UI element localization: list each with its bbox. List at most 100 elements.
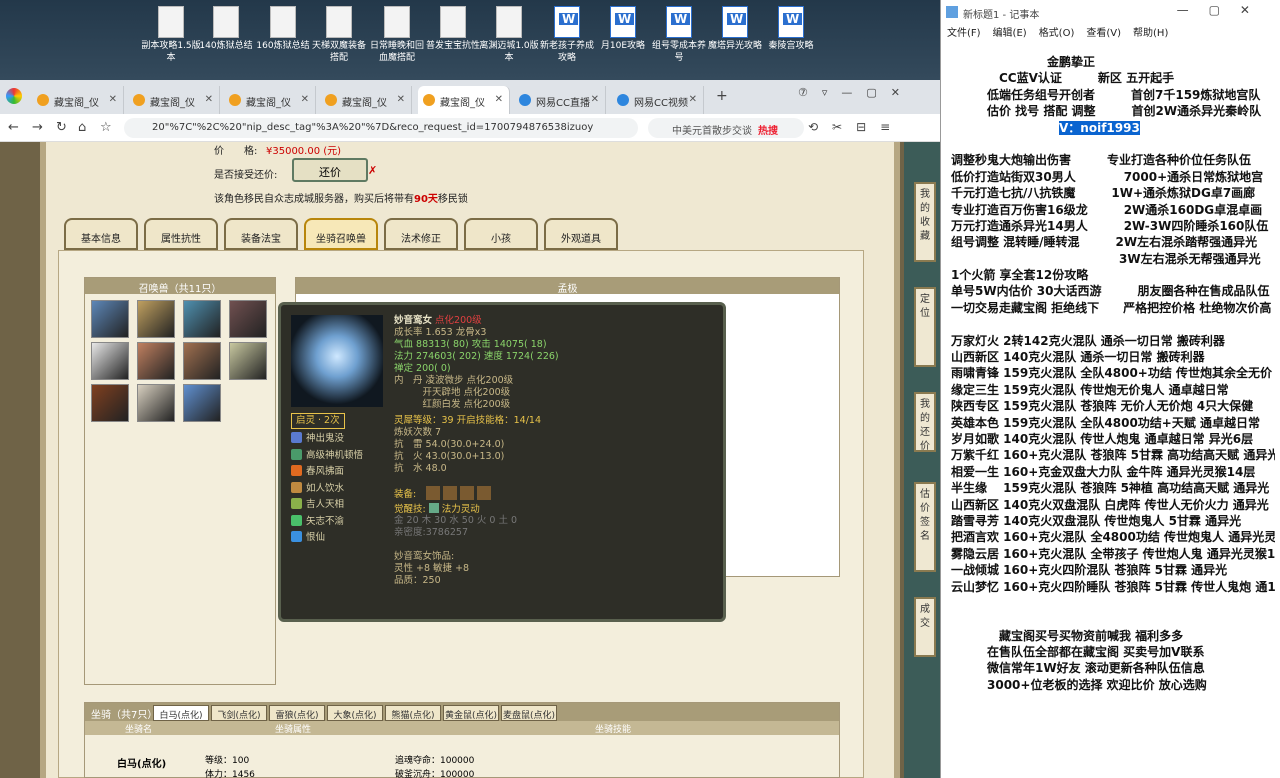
desktop-icon-8[interactable]: 新老孩子养成攻略 bbox=[536, 6, 598, 64]
pet-slot-11[interactable] bbox=[183, 384, 221, 422]
reload-icon[interactable]: ↻ bbox=[56, 120, 67, 135]
notepad-line: 相爱一生 160+克金双盘大力队 金牛阵 通异光灵猴14层 bbox=[951, 464, 1256, 479]
desktop-icon-2[interactable]: 140炼狱总结 bbox=[195, 6, 257, 52]
desktop-icon-11[interactable]: 魔塔异光攻略 bbox=[704, 6, 766, 52]
side-button-2[interactable]: 定位 bbox=[914, 287, 936, 367]
star-icon[interactable]: ☆ bbox=[100, 120, 112, 135]
desktop-icon-10[interactable]: 组号零成本养号 bbox=[648, 6, 710, 64]
pet-spirit: 灵犀等级：39 开启技能格：14/14 bbox=[394, 415, 541, 426]
new-tab-button[interactable]: + bbox=[716, 88, 728, 104]
desktop-icon-6[interactable]: 普发宝宝抗性 bbox=[422, 6, 484, 52]
pet-inner-2: 开天辟地 点化200级 bbox=[394, 387, 511, 398]
browser-tab-5[interactable]: 藏宝阁_仪 ✕ bbox=[418, 86, 510, 114]
game-tab-6[interactable]: 小孩 bbox=[464, 218, 538, 250]
pet-slot-10[interactable] bbox=[137, 384, 175, 422]
tab-close-icon[interactable]: ✕ bbox=[495, 94, 503, 105]
bargain-button[interactable]: 还价 bbox=[292, 158, 368, 182]
back-icon[interactable]: ← bbox=[8, 120, 19, 135]
game-tab-3[interactable]: 装备法宝 bbox=[224, 218, 298, 250]
game-tab-7[interactable]: 外观道具 bbox=[544, 218, 618, 250]
mount-skill-1: 追魂夺命：100000 bbox=[395, 756, 475, 766]
pet-list-header: 召唤兽（共11只） bbox=[85, 278, 275, 295]
browser-tab-2[interactable]: 藏宝阁_仪 ✕ bbox=[128, 86, 220, 114]
tab-favicon-icon bbox=[133, 94, 145, 106]
desktop-icon-3[interactable]: 160炼狱总结 bbox=[252, 6, 314, 52]
browser-tab-1[interactable]: 藏宝阁_仪 ✕ bbox=[32, 86, 124, 114]
pet-slot-4[interactable] bbox=[229, 300, 267, 338]
tab-label: 藏宝阁_仪 bbox=[342, 98, 387, 109]
side-button-1[interactable]: 我的收藏 bbox=[914, 182, 936, 262]
browser-tab-7[interactable]: 网易CC视频 ✕ bbox=[612, 86, 704, 114]
desktop-icon-12[interactable]: 秦陵宫攻略 bbox=[760, 6, 822, 52]
browser-tab-3[interactable]: 藏宝阁_仪 ✕ bbox=[224, 86, 316, 114]
notepad-line: 调整秒鬼大炮输出伤害 专业打造各种价位任务队伍 bbox=[951, 153, 1252, 168]
notepad-line: 山西新区 140克火双盘混队 白虎阵 传世人无价火力 通异光 bbox=[951, 497, 1269, 512]
word-file-icon bbox=[778, 6, 804, 38]
pet-name-tag: 点化200级 bbox=[435, 315, 482, 326]
mount-tab-6[interactable]: 黄金鼠(点化) bbox=[443, 705, 499, 721]
game-tab-4[interactable]: 坐骑召唤兽 bbox=[304, 218, 378, 250]
pet-slot-6[interactable] bbox=[137, 342, 175, 380]
document-file-icon bbox=[440, 6, 466, 38]
deco-stats: 灵性 +8 敏捷 +8 bbox=[394, 563, 470, 574]
home-icon[interactable]: ⌂ bbox=[78, 120, 86, 135]
pet-slot-1[interactable] bbox=[91, 300, 129, 338]
notepad-menu-4[interactable]: 查看(V) bbox=[1086, 28, 1121, 39]
notepad-menu-5[interactable]: 帮助(H) bbox=[1133, 28, 1168, 39]
pet-skill-3: 春风拂面 bbox=[291, 465, 344, 479]
mount-tab-4[interactable]: 大象(点化) bbox=[327, 705, 383, 721]
mount-tab-2[interactable]: 飞剑(点化) bbox=[211, 705, 267, 721]
window-controls-icons[interactable]: —▢✕ bbox=[1177, 3, 1270, 17]
pet-slot-3[interactable] bbox=[183, 300, 221, 338]
toolbar-icons[interactable]: ⟲✂⊟≡ bbox=[808, 120, 904, 134]
skill-label: 神出鬼没 bbox=[306, 433, 345, 444]
mount-skill-2: 破釜沉舟：100000 bbox=[395, 770, 475, 778]
qiling-badge: 启灵 · 2次 bbox=[291, 413, 345, 429]
window-controls[interactable]: ⑦▿—▢✕ bbox=[798, 86, 914, 99]
notepad-text[interactable]: 金鹏挚正 CC蓝V认证 新区 五开起手 低端任务组号开创者 首创7千159炼狱地… bbox=[951, 54, 1275, 693]
side-button-5[interactable]: 成交 bbox=[914, 597, 936, 657]
notepad-menu-3[interactable]: 格式(O) bbox=[1039, 28, 1075, 39]
pet-slot-5[interactable] bbox=[91, 342, 129, 380]
tab-close-icon[interactable]: ✕ bbox=[109, 94, 117, 105]
pet-slot-2[interactable] bbox=[137, 300, 175, 338]
browser-tab-6[interactable]: 网易CC直播 ✕ bbox=[514, 86, 606, 114]
game-tab-1[interactable]: 基本信息 bbox=[64, 218, 138, 250]
tab-close-icon[interactable]: ✕ bbox=[397, 94, 405, 105]
tab-close-icon[interactable]: ✕ bbox=[689, 94, 697, 105]
tab-close-icon[interactable]: ✕ bbox=[301, 94, 309, 105]
mount-tab-7[interactable]: 麦盘鼠(点化) bbox=[501, 705, 557, 721]
desktop-icon-4[interactable]: 天梯双魔装备搭配 bbox=[308, 6, 370, 64]
desktop-icon-7[interactable]: 离渊迈城1.0版本 bbox=[478, 6, 540, 64]
tab-label: 藏宝阁_仪 bbox=[440, 98, 485, 109]
browser-logo-icon[interactable] bbox=[6, 88, 22, 104]
bargain-close-icon[interactable]: ✗ bbox=[368, 164, 377, 177]
pet-slot-8[interactable] bbox=[229, 342, 267, 380]
side-button-4[interactable]: 估价签名 bbox=[914, 482, 936, 572]
notepad-menu-2[interactable]: 编辑(E) bbox=[993, 28, 1027, 39]
notepad-line: 万家灯火 2转142克火混队 通杀一切日常 搬砖利器 bbox=[951, 333, 1225, 348]
desktop-icon-5[interactable]: 日常睡晚和回血魔搭配 bbox=[366, 6, 428, 64]
side-button-3[interactable]: 我的还价 bbox=[914, 392, 936, 452]
pet-slot-7[interactable] bbox=[183, 342, 221, 380]
desktop-icon-9[interactable]: 月10E攻略 bbox=[592, 6, 654, 52]
mount-tab-5[interactable]: 熊猫(点化) bbox=[385, 705, 441, 721]
mount-section: 坐骑（共7只） 白马(点化) 飞剑(点化) 雷狼(点化) 大象(点化) 熊猫(点化) 黄金鼠… bbox=[84, 702, 840, 778]
pet-mp: 法力 274603( 202) 速度 1724( 226) bbox=[394, 351, 559, 362]
tab-close-icon[interactable]: ✕ bbox=[591, 94, 599, 105]
mount-tab-3[interactable]: 雷狼(点化) bbox=[269, 705, 325, 721]
browser-tab-4[interactable]: 藏宝阁_仪 ✕ bbox=[320, 86, 412, 114]
tab-close-icon[interactable]: ✕ bbox=[205, 94, 213, 105]
pet-slot-9[interactable] bbox=[91, 384, 129, 422]
search-box[interactable]: 中美元首散步交谈 热搜 bbox=[648, 118, 804, 138]
game-tab-2[interactable]: 属性抗性 bbox=[144, 218, 218, 250]
notepad-menu-1[interactable]: 文件(F) bbox=[947, 28, 981, 39]
mount-tab-1[interactable]: 白马(点化) bbox=[153, 705, 209, 721]
mount-col-attr: 坐骑属性 bbox=[275, 725, 312, 735]
game-tab-5[interactable]: 法术修正 bbox=[384, 218, 458, 250]
notepad-line: 雨啸青锋 159克火混队 全队4800+功结 传世炮其余全无价 bbox=[951, 366, 1273, 381]
desktop-icon-1[interactable]: 副本攻略1.5版本 bbox=[140, 6, 202, 64]
skill-icon bbox=[291, 514, 302, 526]
url-input[interactable]: 20"%7C"%2C%20"nip_desc_tag"%3A%20"%7D&re… bbox=[124, 118, 638, 138]
forward-icon[interactable]: → bbox=[32, 120, 43, 135]
